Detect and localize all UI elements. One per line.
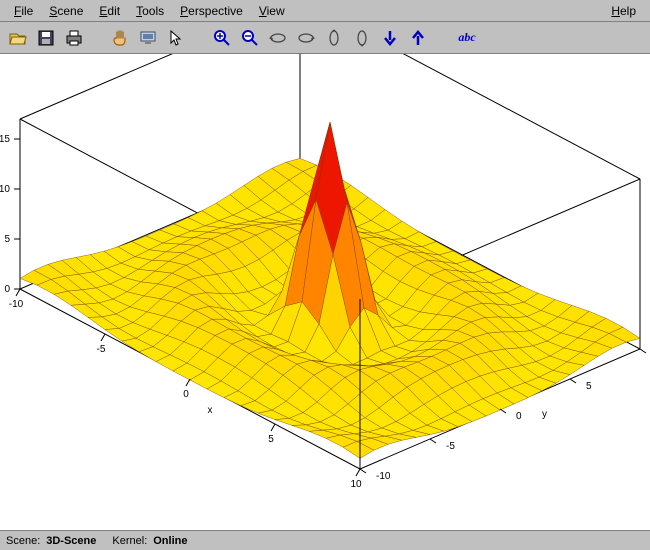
svg-text:5: 5: [268, 434, 274, 445]
menu-view[interactable]: View: [251, 2, 293, 20]
print-icon[interactable]: [62, 26, 86, 50]
rotate-left-icon[interactable]: [266, 26, 290, 50]
svg-text:15: 15: [0, 134, 10, 145]
svg-text:-10: -10: [376, 471, 391, 482]
menu-file[interactable]: File: [6, 2, 41, 20]
status-scene-value: 3D-Scene: [46, 535, 96, 547]
menu-perspective[interactable]: Perspective: [172, 2, 251, 20]
status-kernel-value: Online: [153, 535, 187, 547]
cursor-icon[interactable]: [164, 26, 188, 50]
toolbar: abc: [0, 22, 650, 54]
svg-text:10: 10: [350, 479, 362, 490]
arrow-up-icon[interactable]: [406, 26, 430, 50]
zoom-in-icon[interactable]: [210, 26, 234, 50]
rotate-up-icon[interactable]: [322, 26, 346, 50]
svg-text:-10: -10: [9, 299, 24, 310]
menubar: File Scene Edit Tools Perspective View H…: [0, 0, 650, 22]
svg-text:0: 0: [516, 411, 522, 422]
svg-text:y: y: [542, 409, 547, 420]
statusbar: Scene: 3D-Scene Kernel: Online: [0, 530, 650, 550]
plot-canvas[interactable]: -10-50510x-10-50510y051015z: [0, 54, 650, 530]
svg-text:x: x: [208, 405, 213, 416]
rotate-down-icon[interactable]: [350, 26, 374, 50]
monitor-icon[interactable]: [136, 26, 160, 50]
open-icon[interactable]: [6, 26, 30, 50]
arrow-down-icon[interactable]: [378, 26, 402, 50]
menu-edit[interactable]: Edit: [91, 2, 128, 20]
menu-help[interactable]: Help: [603, 2, 644, 20]
svg-text:0: 0: [183, 389, 189, 400]
rotate-right-icon[interactable]: [294, 26, 318, 50]
svg-text:5: 5: [4, 234, 10, 245]
menu-tools[interactable]: Tools: [128, 2, 172, 20]
status-scene-label: Scene:: [6, 535, 40, 547]
svg-text:5: 5: [586, 381, 592, 392]
save-icon[interactable]: [34, 26, 58, 50]
pan-hand-icon[interactable]: [108, 26, 132, 50]
svg-text:-5: -5: [97, 344, 106, 355]
status-kernel-label: Kernel:: [112, 535, 147, 547]
zoom-out-icon[interactable]: [238, 26, 262, 50]
svg-text:-5: -5: [446, 441, 455, 452]
abc-label-icon[interactable]: abc: [452, 26, 482, 50]
menu-scene[interactable]: Scene: [41, 2, 91, 20]
svg-text:0: 0: [4, 284, 10, 295]
svg-text:10: 10: [0, 184, 10, 195]
